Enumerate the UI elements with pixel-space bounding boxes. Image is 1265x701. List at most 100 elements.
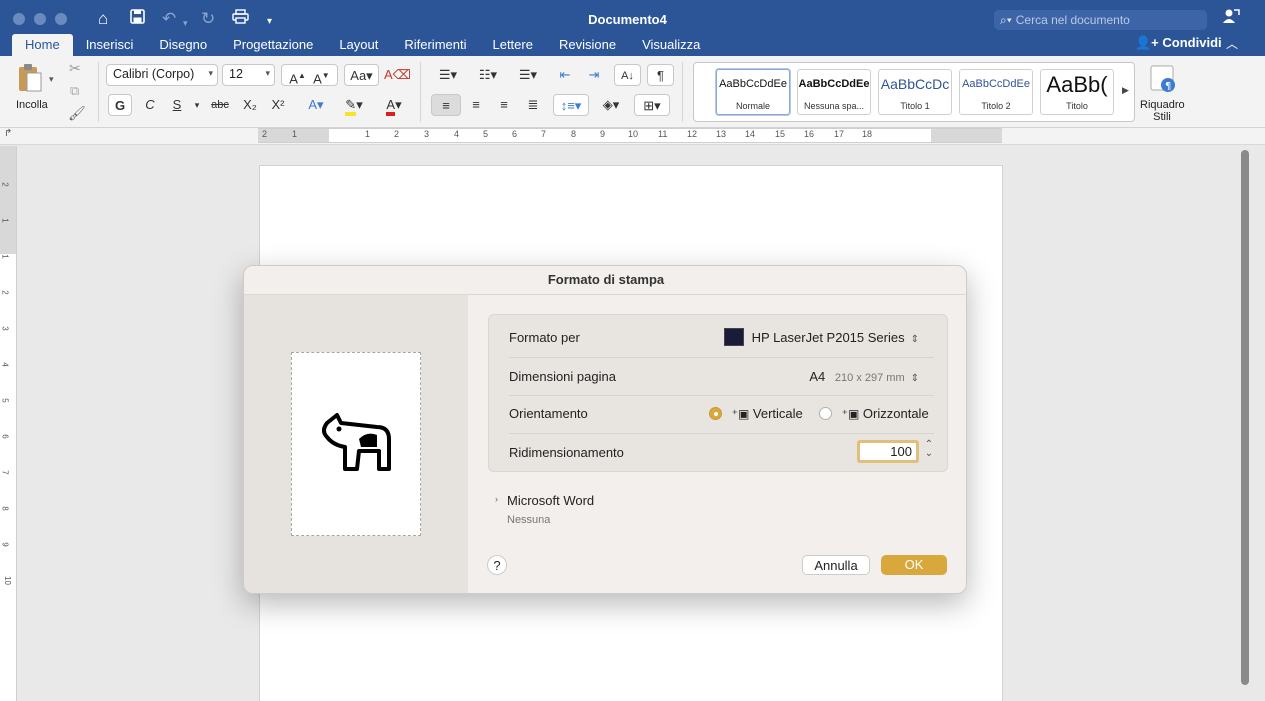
dogcow-icon: [322, 413, 391, 471]
horizontal-ruler[interactable]: 2 1 1 2 3 4 5 6 7 8 9 10 11 12 13 14 15 16 17 18: [258, 128, 1002, 143]
ruler-number: 15: [775, 129, 786, 139]
underline-dropdown-icon[interactable]: ▾: [191, 94, 203, 116]
tab-selector-icon[interactable]: ↱: [4, 128, 12, 139]
tab-revisione[interactable]: Revisione: [546, 34, 629, 56]
style-sample: AaBbCcDdEe: [962, 78, 1030, 90]
copy-icon[interactable]: ⧉: [70, 83, 79, 99]
highlight-color-icon[interactable]: ✎▾: [336, 94, 372, 116]
strikethrough-button[interactable]: abc: [207, 94, 233, 116]
styles-pane-icon[interactable]: ¶: [1150, 65, 1176, 98]
change-case-button[interactable]: Aa▾: [344, 64, 379, 86]
ruler-number: 10: [2, 576, 12, 585]
tab-lettere[interactable]: Lettere: [479, 34, 545, 56]
portrait-icon: ⁺▣: [731, 407, 750, 421]
superscript-button[interactable]: X²: [266, 94, 290, 116]
printer-value: HP LaserJet P2015 Series: [751, 330, 905, 345]
ruler-number: 8: [571, 129, 577, 139]
cancel-button[interactable]: Annulla: [802, 555, 870, 575]
page-setup-dialog: Formato di stampa Formato per HP LaserJe…: [243, 265, 967, 594]
person-add-icon[interactable]: [1222, 8, 1240, 29]
page-size-select[interactable]: A4 210 x 297 mm ⇕: [809, 369, 919, 384]
paste-icon[interactable]: [17, 63, 43, 98]
settings-box: Formato per HP LaserJet P2015 Series ⇕ Di…: [488, 314, 948, 472]
clear-formatting-icon[interactable]: A⌫: [384, 64, 411, 86]
ribbon: ▾ Incolla ✂ ⧉ 🖌 Calibri (Corpo) ▾ 12 ▾ A▲ …: [0, 56, 1265, 128]
collapse-ribbon-icon[interactable]: ︿: [1226, 35, 1238, 52]
ok-button[interactable]: OK: [881, 555, 947, 575]
tab-progettazione[interactable]: Progettazione: [220, 34, 326, 56]
paste-label[interactable]: Incolla: [16, 99, 48, 111]
text-effects-icon[interactable]: A▾: [301, 94, 331, 116]
scale-input[interactable]: 100: [857, 440, 919, 463]
style-titolo-2[interactable]: AaBbCcDdEe Titolo 2: [959, 69, 1033, 115]
title-bar: ⌂ ↶ ▾ ↻ ▾ Documento4 ⌕▾ Cerca nel documen…: [0, 0, 1265, 56]
tab-layout[interactable]: Layout: [326, 34, 391, 56]
chevron-down-icon: ▾: [208, 68, 213, 78]
tab-riferimenti[interactable]: Riferimenti: [391, 34, 479, 56]
app-section-title[interactable]: Microsoft Word: [507, 493, 594, 508]
page-size-dims: 210 x 297 mm: [834, 372, 905, 384]
justify-icon[interactable]: ≣: [520, 94, 546, 116]
paste-dropdown-icon[interactable]: ▾: [49, 74, 54, 85]
vertical-ruler[interactable]: 2 1 1 2 3 4 5 6 7 8 9 10: [0, 146, 17, 701]
grow-shrink-font-buttons[interactable]: A▲ A▼: [281, 64, 338, 86]
underline-button[interactable]: S: [166, 94, 188, 116]
portrait-radio[interactable]: [709, 407, 722, 420]
style-name: Titolo: [1066, 101, 1088, 111]
gallery-next-icon[interactable]: ▶: [1122, 85, 1129, 96]
align-center-icon[interactable]: ≡: [463, 94, 489, 116]
align-right-icon[interactable]: ≡: [491, 94, 517, 116]
font-name-select[interactable]: Calibri (Corpo) ▾: [106, 64, 218, 86]
multilevel-list-icon[interactable]: ☰▾: [510, 64, 546, 86]
style-nessuna-spaziatura[interactable]: AaBbCcDdEe Nessuna spa...: [797, 69, 871, 115]
tab-inserisci[interactable]: Inserisci: [73, 34, 147, 56]
subscript-button[interactable]: X₂: [238, 94, 262, 116]
help-button[interactable]: ?: [487, 555, 507, 575]
ruler-number: 5: [0, 398, 10, 403]
numbering-icon[interactable]: ☷▾: [470, 64, 506, 86]
styles-pane-label[interactable]: Riquadro Stili: [1140, 99, 1185, 123]
search-input[interactable]: ⌕▾ Cerca nel documento: [994, 10, 1207, 30]
increase-indent-icon[interactable]: ⇥: [582, 64, 606, 86]
tab-home[interactable]: Home: [12, 34, 73, 56]
font-size-select[interactable]: 12 ▾: [222, 64, 275, 86]
ruler-number: 2: [394, 129, 400, 139]
tab-disegno[interactable]: Disegno: [146, 34, 220, 56]
font-color-icon[interactable]: A▾: [376, 94, 412, 116]
bullets-icon[interactable]: ☰▾: [430, 64, 466, 86]
dialog-title: Formato di stampa: [244, 266, 966, 295]
font-size-value: 12: [229, 67, 243, 81]
vertical-scrollbar[interactable]: [1241, 150, 1249, 685]
borders-icon[interactable]: ⊞▾: [634, 94, 670, 116]
ruler-number: 1: [292, 129, 298, 139]
decrease-indent-icon[interactable]: ⇤: [553, 64, 577, 86]
cut-icon[interactable]: ✂: [69, 60, 81, 77]
style-titolo[interactable]: AaBb( Titolo: [1040, 69, 1114, 115]
portrait-option[interactable]: ⁺▣ Verticale: [709, 406, 803, 421]
shading-icon[interactable]: ◈▾: [593, 94, 629, 116]
show-formatting-button[interactable]: ¶: [647, 64, 674, 86]
ruler-number: 1: [0, 218, 10, 223]
search-icon: ⌕▾: [1000, 13, 1012, 27]
sort-icon[interactable]: A↓: [614, 64, 641, 86]
align-left-icon[interactable]: ≡: [431, 94, 461, 116]
ruler-number: 1: [365, 129, 371, 139]
updown-chevron-icon: ⇕: [910, 334, 919, 345]
line-spacing-icon[interactable]: ↕≡▾: [553, 94, 589, 116]
italic-button[interactable]: C: [139, 94, 161, 116]
divider: [682, 62, 683, 122]
ruler-number: 18: [862, 129, 873, 139]
share-button[interactable]: 👤+ Condividi: [1135, 35, 1222, 51]
bold-button[interactable]: G: [108, 94, 132, 116]
scale-stepper[interactable]: ⌃ ⌄: [924, 440, 934, 459]
style-titolo-1[interactable]: AaBbCcDc Titolo 1: [878, 69, 952, 115]
printer-select[interactable]: HP LaserJet P2015 Series ⇕: [723, 328, 919, 346]
format-painter-icon[interactable]: 🖌: [68, 105, 86, 122]
disclosure-arrow-icon[interactable]: ›: [495, 494, 498, 504]
styles-pane-label-line1: Riquadro: [1140, 99, 1185, 111]
landscape-option[interactable]: ⁺▣ Orizzontale: [819, 406, 929, 421]
landscape-radio[interactable]: [819, 407, 832, 420]
style-normale[interactable]: AaBbCcDdEe Normale: [716, 69, 790, 115]
tab-visualizza[interactable]: Visualizza: [629, 34, 713, 56]
divider: [420, 62, 421, 122]
